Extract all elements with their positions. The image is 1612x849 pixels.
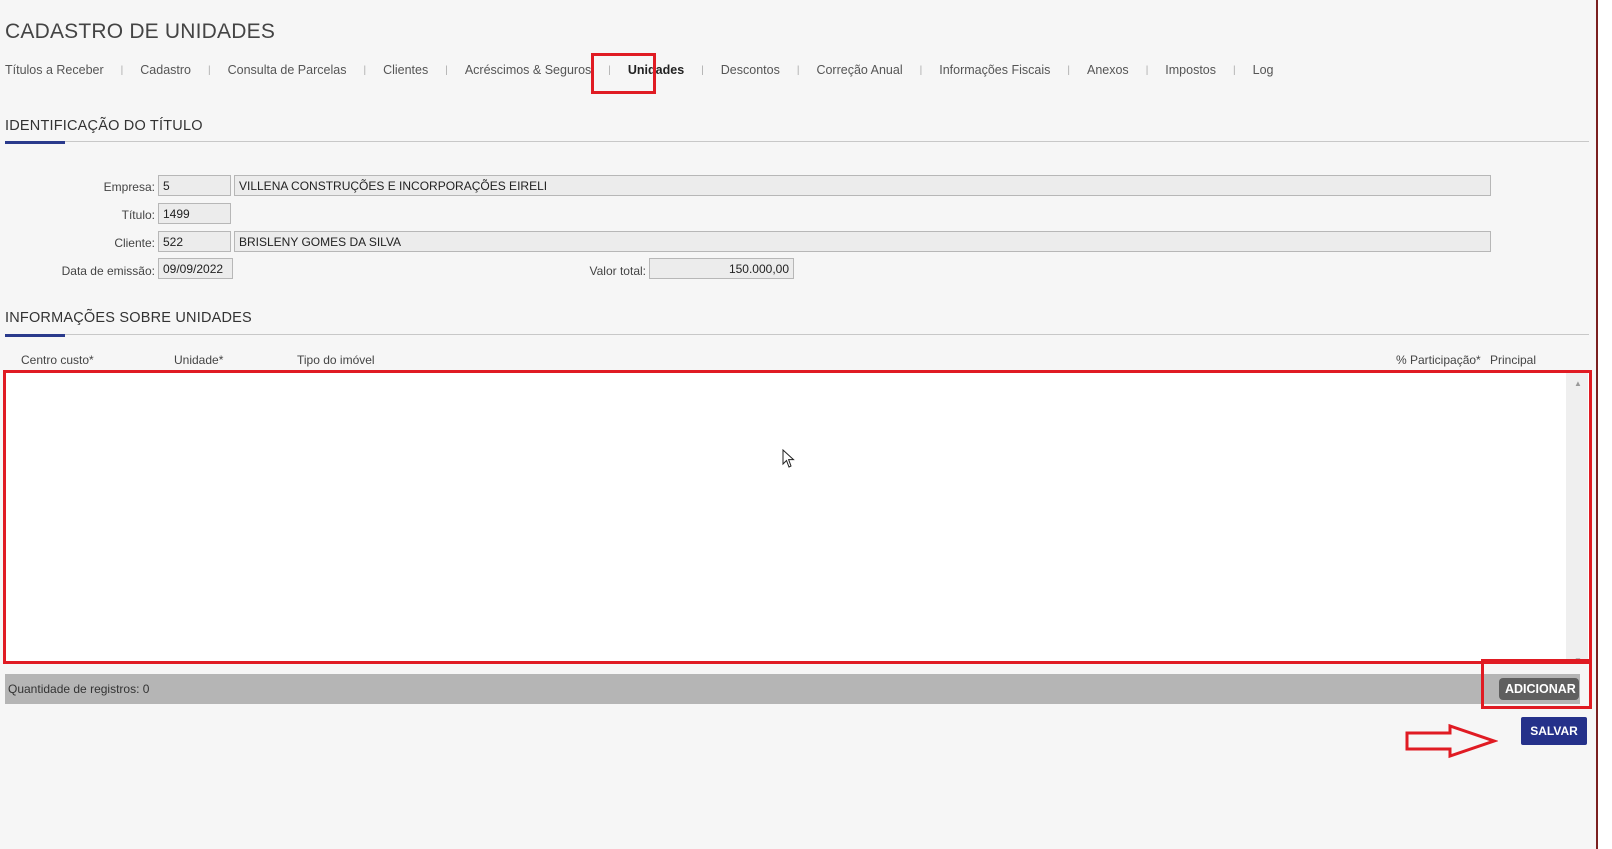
tab-separator: |: [1145, 64, 1149, 76]
tab-correcao-anual[interactable]: Correção Anual: [816, 63, 902, 77]
column-header-tipo-imovel[interactable]: Tipo do imóvel: [297, 353, 375, 367]
valor-total-field[interactable]: [649, 258, 794, 279]
section-title-identificacao: IDENTIFICAÇÃO DO TÍTULO: [5, 118, 203, 134]
grid-footer-bar: [5, 674, 1580, 704]
cliente-label: Cliente:: [114, 236, 155, 250]
titulo-label: Título:: [121, 208, 155, 222]
tab-clientes[interactable]: Clientes: [383, 63, 428, 77]
tab-descontos[interactable]: Descontos: [721, 63, 780, 77]
tab-separator: |: [1067, 64, 1070, 76]
tab-separator: |: [701, 64, 704, 76]
page-title: CADASTRO DE UNIDADES: [5, 20, 276, 43]
tab-impostos[interactable]: Impostos: [1165, 63, 1216, 77]
tab-separator: |: [363, 64, 367, 76]
tab-separator: |: [919, 64, 923, 76]
tab-log[interactable]: Log: [1253, 63, 1274, 77]
data-emissao-field[interactable]: [158, 258, 233, 279]
record-count: Quantidade de registros: 0: [8, 682, 150, 696]
cliente-name-field[interactable]: [234, 231, 1491, 252]
tab-anexos[interactable]: Anexos: [1087, 63, 1129, 77]
tab-cadastro[interactable]: Cadastro: [140, 63, 191, 77]
section-divider: [5, 141, 1589, 142]
tab-acrescimos-seguros[interactable]: Acréscimos & Seguros: [465, 63, 591, 77]
tab-informacoes-fiscais[interactable]: Informações Fiscais: [939, 63, 1050, 77]
empresa-code-field[interactable]: [158, 175, 231, 196]
data-emissao-label: Data de emissão:: [61, 264, 155, 278]
tab-separator: |: [208, 64, 211, 76]
arrow-right-icon: [1405, 723, 1498, 759]
section-accent-bar: [5, 141, 65, 144]
tab-separator: |: [796, 64, 800, 76]
empresa-name-field[interactable]: [234, 175, 1491, 196]
mouse-cursor-icon: [782, 449, 795, 468]
empresa-label: Empresa:: [103, 180, 155, 194]
highlight-box-active-tab: [591, 53, 656, 94]
column-header-participacao[interactable]: % Participação*: [1396, 353, 1481, 367]
right-edge-panel: [1596, 0, 1612, 849]
save-button[interactable]: SALVAR: [1521, 717, 1587, 745]
tab-titulos-a-receber[interactable]: Títulos a Receber: [5, 63, 104, 77]
highlight-box-add-button: [1481, 659, 1592, 709]
column-header-principal[interactable]: Principal: [1490, 353, 1536, 367]
section-divider: [5, 334, 1589, 335]
highlight-box-grid: [3, 370, 1592, 664]
titulo-field[interactable]: [158, 203, 231, 224]
tab-consulta-de-parcelas[interactable]: Consulta de Parcelas: [228, 63, 347, 77]
cliente-code-field[interactable]: [158, 231, 231, 252]
section-title-unidades: INFORMAÇÕES SOBRE UNIDADES: [5, 310, 252, 326]
valor-total-label: Valor total:: [589, 264, 646, 278]
tab-separator: |: [445, 64, 448, 76]
section-accent-bar: [5, 334, 65, 337]
tab-separator: |: [120, 64, 124, 76]
column-header-centro-custo[interactable]: Centro custo*: [21, 353, 94, 367]
column-header-unidade[interactable]: Unidade*: [174, 353, 223, 367]
tab-separator: |: [1233, 64, 1236, 76]
